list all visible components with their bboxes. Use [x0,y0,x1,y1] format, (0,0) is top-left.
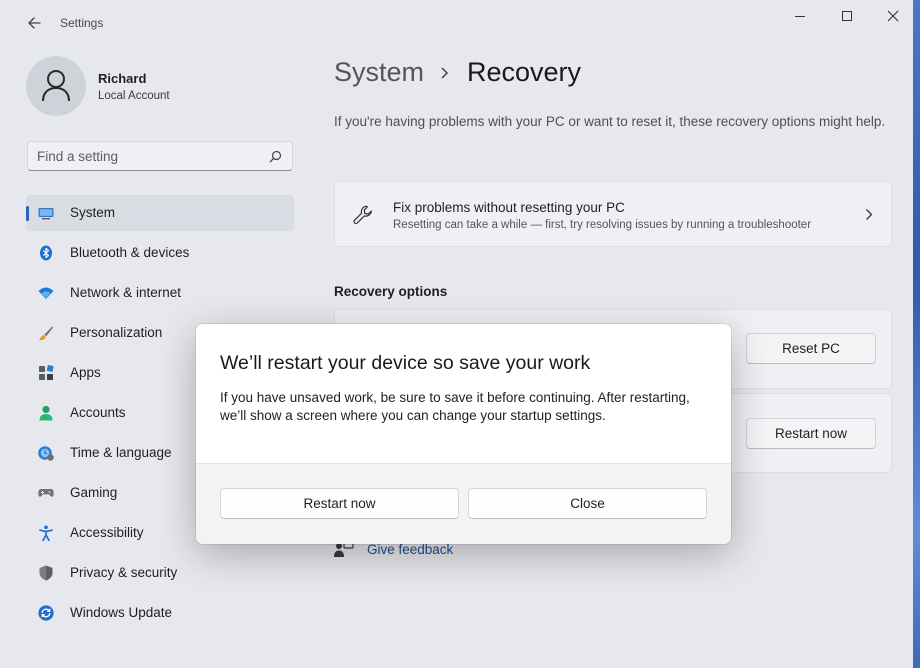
person-avatar-icon [42,70,70,102]
wrench-icon [353,205,372,224]
sidebar-item-label: Privacy & security [70,565,178,580]
sidebar-item-windows-update[interactable]: Windows Update [26,595,294,631]
sidebar-item-label: Network & internet [70,285,182,300]
give-feedback-link[interactable]: Give feedback [367,542,453,557]
title-bar: Settings [0,0,913,46]
dialog-message: If you have unsaved work, be sure to sav… [220,390,690,423]
sidebar-item-label: Bluetooth & devices [70,245,190,260]
recovery-options-heading: Recovery options [334,284,448,299]
accessibility-icon [39,525,53,541]
sidebar-item-label: Gaming [70,485,118,500]
search-box [27,141,293,171]
restart-now-button[interactable]: Restart now [746,418,876,449]
close-window-button[interactable] [871,6,917,28]
minimize-button[interactable] [778,6,824,28]
sidebar-item-system[interactable]: System [26,195,294,231]
dialog-footer: Restart now Close [196,463,731,544]
dialog-close-button[interactable]: Close [468,488,707,519]
sidebar-item-label: Accounts [70,405,126,420]
person-icon [39,405,53,421]
search-icon[interactable] [269,150,282,163]
dialog-title: We’ll restart your device so save your w… [220,352,591,374]
page-description: If you're having problems with your PC o… [334,114,886,129]
chevron-right-icon [866,209,873,220]
shield-icon [39,565,53,581]
system-icon [38,208,54,220]
bluetooth-icon [40,245,52,261]
back-arrow-icon [28,17,41,29]
app-title: Settings [60,16,104,30]
sidebar-item-label: Accessibility [70,525,144,540]
sidebar-item-label: Windows Update [70,605,173,620]
avatar[interactable] [26,56,86,116]
account-type: Local Account [98,90,170,102]
breadcrumb-parent[interactable]: System [334,57,424,88]
minimize-icon [795,16,805,17]
page-title: Recovery [467,57,582,87]
wifi-icon [38,287,54,299]
sidebar-item-network[interactable]: Network & internet [26,275,294,311]
chevron-right-icon [441,67,449,79]
user-name: Richard [98,71,147,86]
restart-dialog: We’ll restart your device so save your w… [196,324,731,544]
sidebar-item-label: Time & language [70,445,172,460]
fix-problems-subtitle: Resetting can take a while — first, try … [393,219,812,231]
gamepad-icon [38,489,54,497]
fix-problems-card[interactable]: Fix problems without resetting your PC R… [334,181,892,247]
sidebar-item-label: Personalization [70,325,163,340]
clock-globe-icon [38,446,54,461]
maximize-button[interactable] [825,6,871,28]
sidebar-item-bluetooth[interactable]: Bluetooth & devices [26,235,294,271]
brush-icon [39,326,54,341]
update-icon [38,605,54,621]
close-icon [887,10,899,22]
sidebar-item-privacy-security[interactable]: Privacy & security [26,555,294,591]
fix-problems-title: Fix problems without resetting your PC [393,200,625,215]
sidebar-item-label: Apps [70,365,101,380]
maximize-icon [842,11,852,21]
dialog-restart-now-button[interactable]: Restart now [220,488,459,519]
sidebar-item-label: System [70,205,116,220]
settings-window: Settings Richard Local Account Find a se… [0,0,920,668]
search-input[interactable] [37,147,257,165]
back-button[interactable] [22,12,46,34]
apps-icon [39,365,54,380]
selection-indicator [26,206,29,221]
reset-pc-button[interactable]: Reset PC [746,333,876,364]
desktop-wallpaper-edge [913,0,920,668]
